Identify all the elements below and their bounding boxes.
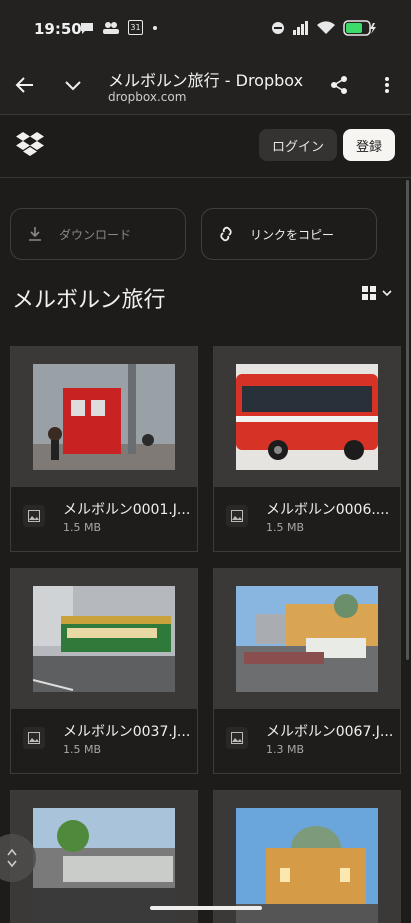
dropbox-logo-icon[interactable] (15, 131, 45, 157)
copy-link-button[interactable]: リンクをコピー (201, 208, 377, 260)
image-file-icon (23, 505, 45, 527)
battery-icon (343, 20, 376, 36)
page-title: メルボルン旅行 - Dropbox (108, 71, 304, 90)
view-toggle-button[interactable] (362, 286, 392, 300)
file-name: メルボルン0006.... (266, 502, 390, 518)
download-button[interactable]: ダウンロード (10, 208, 186, 260)
image-file-icon (226, 505, 248, 527)
chevron-down-icon (65, 81, 81, 91)
home-indicator[interactable] (150, 906, 262, 910)
file-size: 1.5 MB (63, 521, 102, 534)
register-button[interactable]: 登録 (343, 129, 395, 161)
back-button[interactable] (10, 70, 40, 100)
file-thumbnail (11, 569, 197, 709)
do-not-disturb-icon (272, 22, 284, 34)
up-down-arrows-icon (7, 848, 17, 868)
image-file-icon (23, 727, 45, 749)
image-file-icon (226, 727, 248, 749)
more-options-button[interactable] (372, 70, 402, 100)
download-label: ダウンロード (59, 227, 132, 242)
collapse-button[interactable] (58, 70, 88, 100)
file-size: 1.5 MB (63, 743, 102, 756)
file-card[interactable]: メルボルン0037.J... 1.5 MB (10, 568, 198, 774)
file-name: メルボルン0067.J... (266, 724, 394, 740)
browser-toolbar: メルボルン旅行 - Dropbox dropbox.com (0, 56, 411, 115)
file-card[interactable] (213, 790, 401, 923)
file-name: メルボルン0037.J... (63, 724, 191, 740)
copy-link-label: リンクをコピー (250, 227, 335, 242)
file-name: メルボルン0001.J... (63, 502, 191, 518)
status-system-icons (271, 20, 377, 36)
share-button[interactable] (324, 70, 354, 100)
file-card[interactable]: メルボルン0001.J... 1.5 MB (10, 346, 198, 552)
share-icon (331, 76, 347, 94)
wifi-icon (317, 21, 335, 34)
file-thumbnail (11, 791, 197, 923)
status-bar: 19:50 31 (0, 0, 411, 56)
arrow-left-icon (15, 77, 33, 93)
file-size: 1.5 MB (266, 521, 305, 534)
site-header: ログイン 登録 (0, 115, 411, 178)
folder-title: メルボルン旅行 (12, 288, 166, 313)
login-button[interactable]: ログイン (259, 129, 337, 161)
group-icon (103, 21, 119, 34)
scrollbar[interactable] (406, 180, 409, 660)
chat-bubble-icon (81, 22, 93, 34)
photo-thumbnail (236, 586, 378, 692)
calendar-icon: 31 (128, 20, 143, 35)
file-card[interactable]: メルボルン0067.J... 1.3 MB (213, 568, 401, 774)
grid-view-icon (362, 286, 376, 300)
dot-icon (153, 25, 157, 30)
photo-thumbnail (33, 586, 175, 692)
photo-thumbnail (33, 364, 175, 470)
download-icon (29, 227, 41, 241)
link-icon (220, 226, 232, 242)
vertical-dots-icon (385, 77, 389, 93)
page-url: dropbox.com (108, 90, 187, 104)
photo-thumbnail (236, 364, 378, 470)
file-card[interactable]: メルボルン0006.... 1.5 MB (213, 346, 401, 552)
file-thumbnail (214, 569, 400, 709)
signal-icon (293, 21, 308, 35)
status-notification-icons: 31 (80, 20, 157, 35)
file-thumbnail (214, 347, 400, 487)
file-card[interactable] (10, 790, 198, 923)
status-time: 19:50 (34, 20, 82, 38)
file-size: 1.3 MB (266, 743, 305, 756)
file-thumbnail (11, 347, 197, 487)
file-thumbnail (214, 791, 400, 923)
chevron-down-icon (382, 290, 392, 297)
